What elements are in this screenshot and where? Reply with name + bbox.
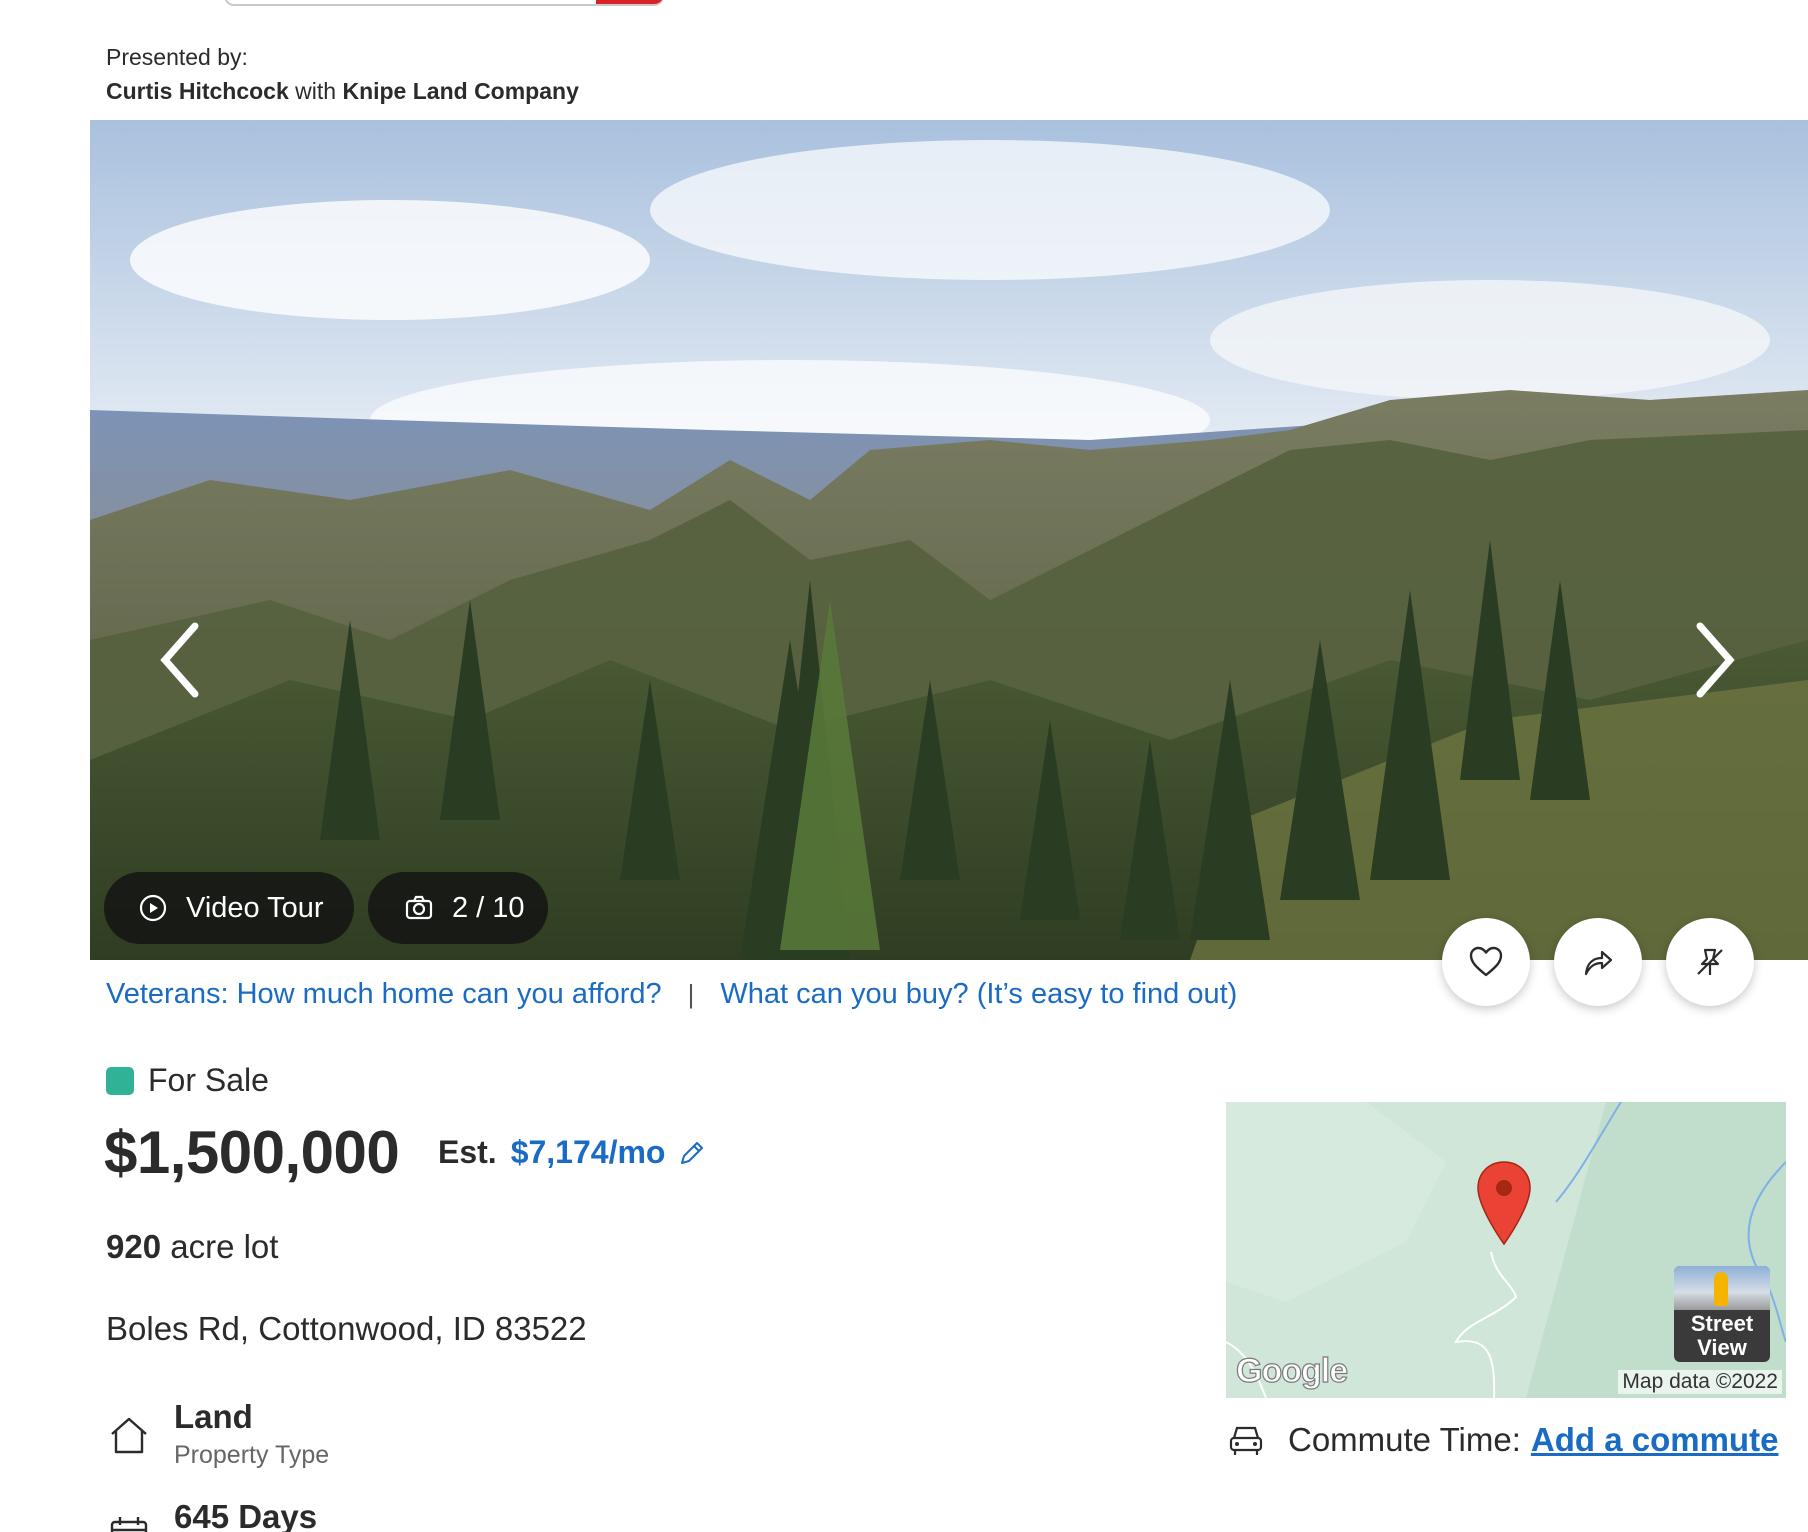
pegman-icon	[1714, 1272, 1728, 1306]
pencil-icon[interactable]	[677, 1138, 707, 1168]
location-map[interactable]: Google Street View Map data ©2022	[1226, 1102, 1786, 1398]
street-view-button[interactable]: Street View	[1674, 1266, 1770, 1362]
listing-address: Boles Rd, Cottonwood, ID 83522	[106, 1310, 587, 1347]
lot-size: 920 acre lot	[106, 1228, 278, 1266]
listing-status: For Sale	[106, 1062, 269, 1099]
save-favorite-button[interactable]	[1442, 918, 1530, 1006]
previous-photo-button[interactable]	[145, 610, 215, 710]
listing-photo	[90, 120, 1808, 960]
agent-line: Curtis Hitchcock with Knipe Land Company	[106, 74, 579, 108]
chevron-left-icon	[160, 622, 199, 698]
commute-label: Commute Time:	[1288, 1421, 1521, 1458]
est-monthly-payment[interactable]: $7,174/mo	[511, 1134, 666, 1171]
listing-price: $1,500,000	[104, 1119, 400, 1186]
house-icon	[111, 1417, 147, 1454]
chevron-right-icon	[1696, 622, 1735, 698]
next-photo-button[interactable]	[1680, 610, 1750, 710]
fact-value: 645 Days	[174, 1498, 318, 1532]
camera-icon	[405, 895, 433, 920]
status-label: For Sale	[148, 1062, 269, 1098]
search-button[interactable]	[596, 0, 664, 4]
what-can-you-buy-link[interactable]: What can you buy? (It’s easy to find out…	[720, 978, 1237, 1011]
promo-separator: |	[687, 979, 695, 1009]
share-icon	[1584, 950, 1613, 976]
calendar-icon	[110, 1517, 148, 1532]
presented-by: Presented by: Curtis Hitchcock with Knip…	[106, 40, 579, 108]
share-button[interactable]	[1554, 918, 1642, 1006]
agent-name[interactable]: Curtis Hitchcock	[106, 78, 289, 104]
hide-icon	[1697, 948, 1723, 975]
key-facts: Land Property Type 645 Days	[106, 1396, 329, 1532]
street-view-label: Street View	[1690, 1311, 1754, 1360]
search-bar[interactable]	[224, 0, 664, 6]
presented-label: Presented by:	[106, 44, 248, 70]
heart-icon	[1469, 946, 1503, 977]
photo-gallery[interactable]: Video Tour 2 / 10	[90, 120, 1808, 960]
veterans-affordability-link[interactable]: Veterans: How much home can you afford?	[106, 978, 662, 1011]
photo-count-button[interactable]: 2 / 10	[368, 872, 548, 944]
lot-size-unit: acre lot	[170, 1228, 279, 1265]
agent-with: with	[295, 78, 337, 104]
fact-label: Property Type	[174, 1441, 330, 1469]
promo-links: Veterans: How much home can you afford? …	[106, 978, 1237, 1011]
hide-listing-button[interactable]	[1666, 918, 1754, 1006]
google-logo: Google	[1235, 1351, 1348, 1390]
est-label: Est.	[438, 1134, 497, 1170]
lot-size-value: 920	[106, 1228, 162, 1265]
fact-property-type: Land Property Type	[106, 1396, 329, 1472]
fact-value: Land	[174, 1398, 253, 1435]
street-view-thumbnail	[1674, 1266, 1770, 1310]
map-attribution: Map data ©2022	[1618, 1370, 1782, 1394]
add-commute-link[interactable]: Add a commute	[1531, 1421, 1779, 1459]
car-icon	[1229, 1426, 1263, 1455]
play-circle-icon	[139, 894, 167, 922]
video-tour-label: Video Tour	[186, 891, 324, 924]
commute-time: Commute Time: Add a commute	[1226, 1420, 1778, 1460]
estimated-payment: Est. $7,174/mo	[438, 1134, 707, 1171]
agent-company[interactable]: Knipe Land Company	[342, 78, 578, 104]
video-tour-button[interactable]: Video Tour	[104, 872, 354, 944]
fact-days-on-market: 645 Days	[106, 1496, 329, 1532]
location-pin-icon[interactable]	[1476, 1160, 1532, 1246]
status-indicator	[106, 1066, 134, 1095]
photo-counter: 2 / 10	[452, 891, 525, 924]
